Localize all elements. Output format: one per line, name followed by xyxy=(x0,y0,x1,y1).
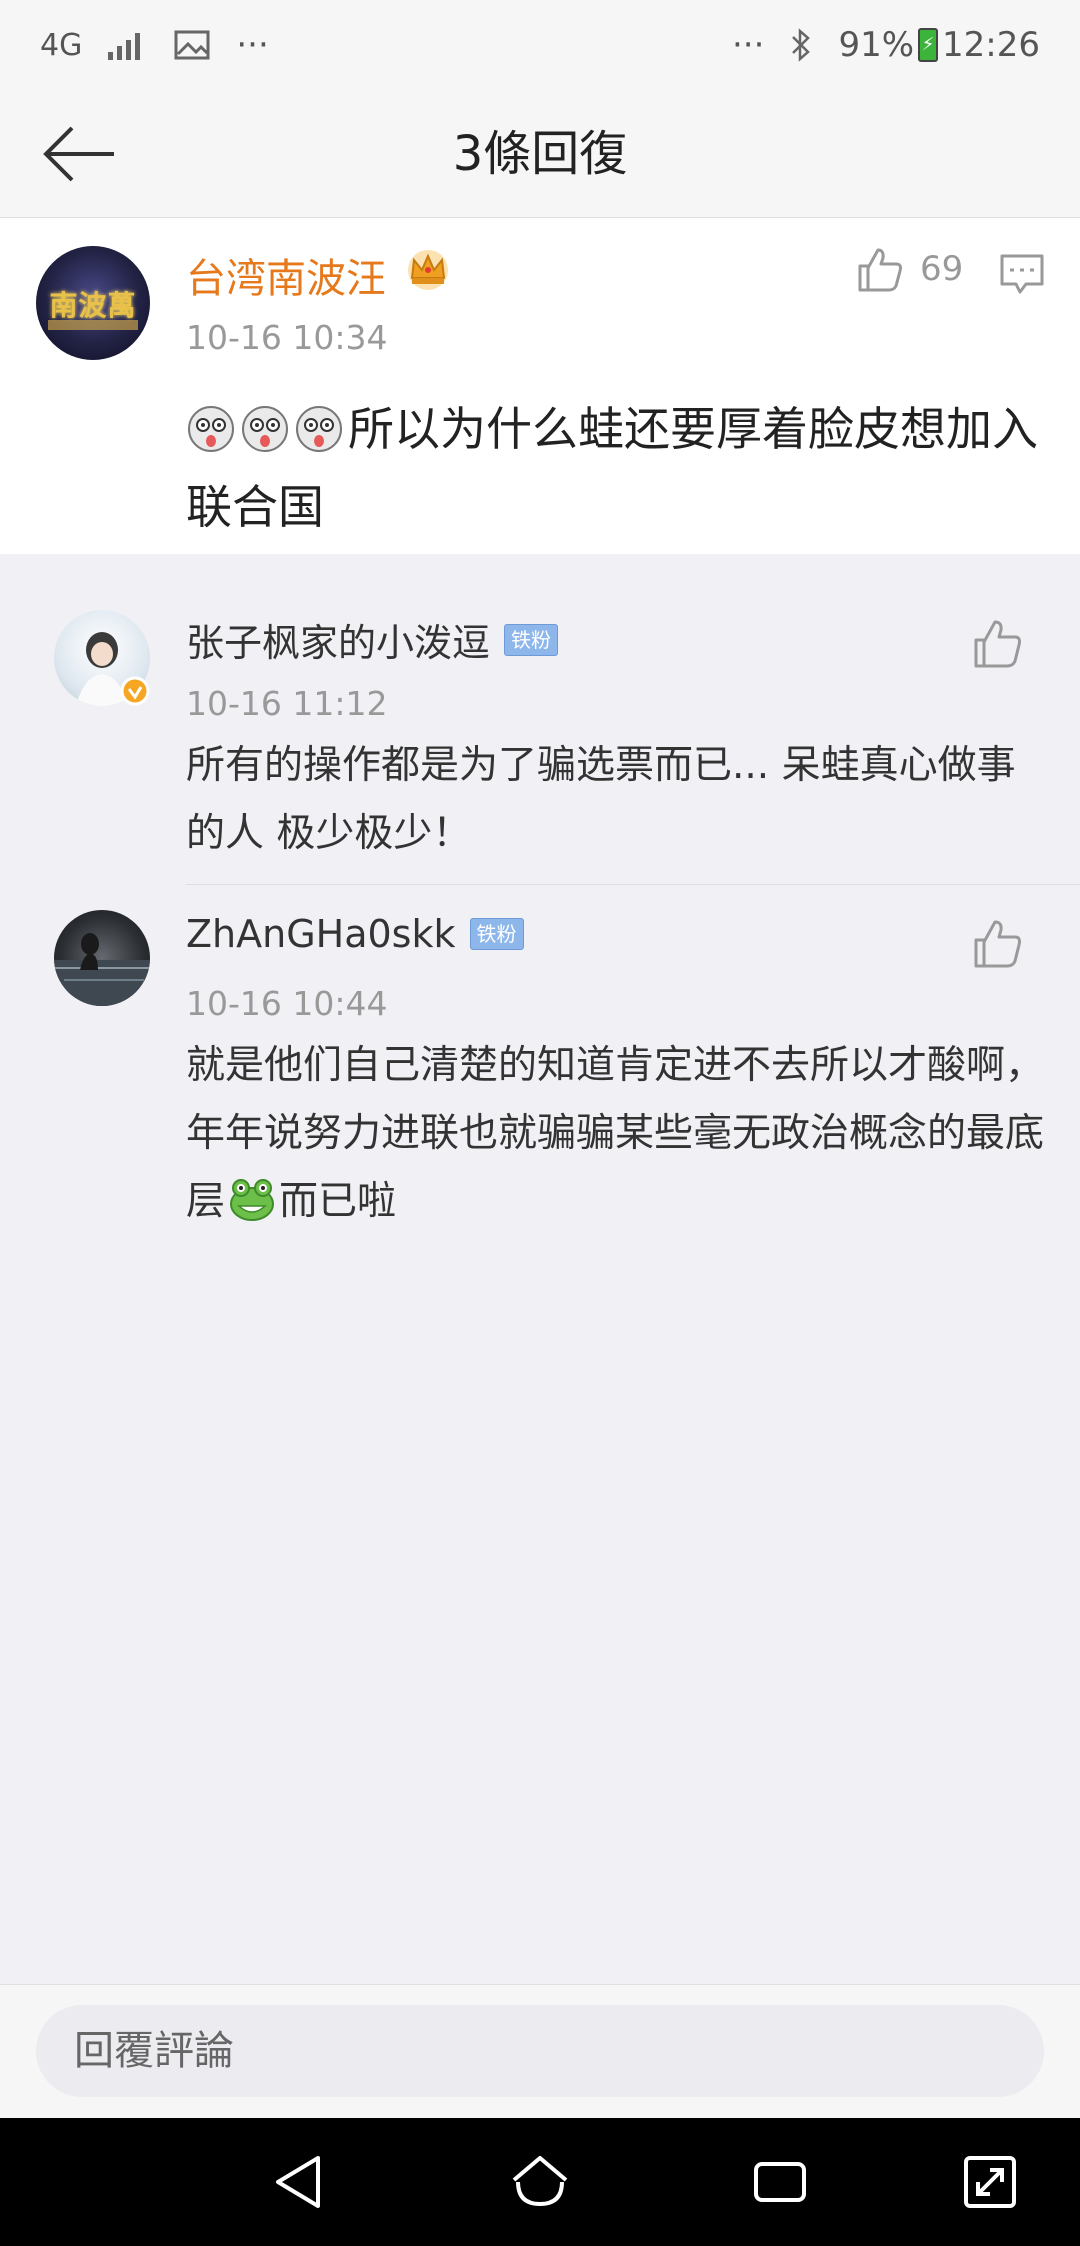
reply-author[interactable]: ZhAnGHa0skk 铁粉 xyxy=(186,912,524,956)
main-author-name[interactable]: 台湾南波汪 xyxy=(186,246,386,304)
reply-text: 所有的操作都是为了骗选票而已... 呆蛙真心做事的人 极少极少！ xyxy=(186,743,1016,856)
dog-emoji-icon xyxy=(242,406,288,452)
more-notifications-icon: ··· xyxy=(236,25,269,65)
avatar-decoration xyxy=(48,320,138,330)
main-comment-text: 所以为什么蛙还要厚着脸皮想加入联合国 xyxy=(186,390,1046,546)
avatar[interactable] xyxy=(54,910,150,1006)
reply-author-name: 张子枫家的小泼逗 xyxy=(186,621,491,665)
battery-percent: 91% xyxy=(838,25,915,65)
like-count: 69 xyxy=(920,249,964,289)
reply-input-bar xyxy=(0,1984,1080,2118)
nav-home-icon[interactable] xyxy=(510,2152,570,2212)
fan-badge: 铁粉 xyxy=(469,918,524,950)
image-icon xyxy=(174,30,210,60)
dog-emoji-icon xyxy=(296,406,342,452)
reply-author[interactable]: 张子枫家的小泼逗 铁粉 xyxy=(186,612,559,667)
avatar-image xyxy=(54,933,150,1006)
reply-time: 10-16 11:12 xyxy=(186,684,388,723)
battery-status: 91% ⚡ 12:26 xyxy=(838,25,1040,65)
reply-author-name: ZhAnGHa0skk xyxy=(186,912,456,956)
reply-divider xyxy=(186,884,1080,885)
main-like-button[interactable]: 69 xyxy=(856,246,963,292)
header: 3條回復 xyxy=(0,90,1080,218)
network-type: 4G xyxy=(40,27,83,63)
clock: 12:26 xyxy=(942,25,1040,65)
signal-icon xyxy=(108,30,148,60)
status-right: ··· 91% ⚡ 12:26 xyxy=(732,25,1040,65)
status-left: 4G ··· xyxy=(40,25,269,65)
crown-icon xyxy=(408,250,448,290)
avatar[interactable]: 南波萬 xyxy=(36,246,150,360)
reply-item: ZhAnGHa0skk 铁粉 10-16 10:44 就是他们自己清楚的知道肯定… xyxy=(0,886,1080,1246)
status-bar: 4G ··· ··· 91% ⚡ 12:26 xyxy=(0,0,1080,90)
main-comment-time: 10-16 10:34 xyxy=(186,318,388,357)
reply-text-tail: 而已啦 xyxy=(279,1179,397,1224)
page-title: 3條回復 xyxy=(452,126,628,182)
dog-emoji-icon xyxy=(188,406,234,452)
nav-recents-icon[interactable] xyxy=(750,2152,810,2212)
battery-icon: ⚡ xyxy=(918,28,939,62)
nav-expand-icon[interactable] xyxy=(960,2152,1020,2212)
fan-badge: 铁粉 xyxy=(504,623,559,656)
comment-icon[interactable] xyxy=(1000,254,1044,294)
back-button[interactable] xyxy=(40,118,120,190)
frog-emoji-icon xyxy=(230,1179,275,1221)
bluetooth-icon xyxy=(790,28,812,62)
thumbs-up-icon xyxy=(858,248,902,292)
thumbs-up-icon[interactable] xyxy=(970,916,1024,970)
reply-text: 就是他们自己清楚的知道肯定进不去所以才酸啊，年年说努力进联也就骗骗某些毫无政治概… xyxy=(186,1032,1046,1236)
verified-badge-icon xyxy=(120,676,150,706)
avatar-text: 南波萬 xyxy=(49,289,137,322)
thumbs-up-icon[interactable] xyxy=(970,616,1024,670)
nav-back-icon[interactable] xyxy=(270,2152,330,2212)
reply-input[interactable] xyxy=(36,2005,1044,2097)
more-status-icon: ··· xyxy=(732,25,765,65)
system-nav-bar xyxy=(0,2118,1080,2246)
arrow-left-icon xyxy=(43,126,114,182)
reply-item: 张子枫家的小泼逗 铁粉 10-16 11:12 所有的操作都是为了骗选票而已..… xyxy=(0,584,1080,884)
reply-time: 10-16 10:44 xyxy=(186,984,388,1023)
